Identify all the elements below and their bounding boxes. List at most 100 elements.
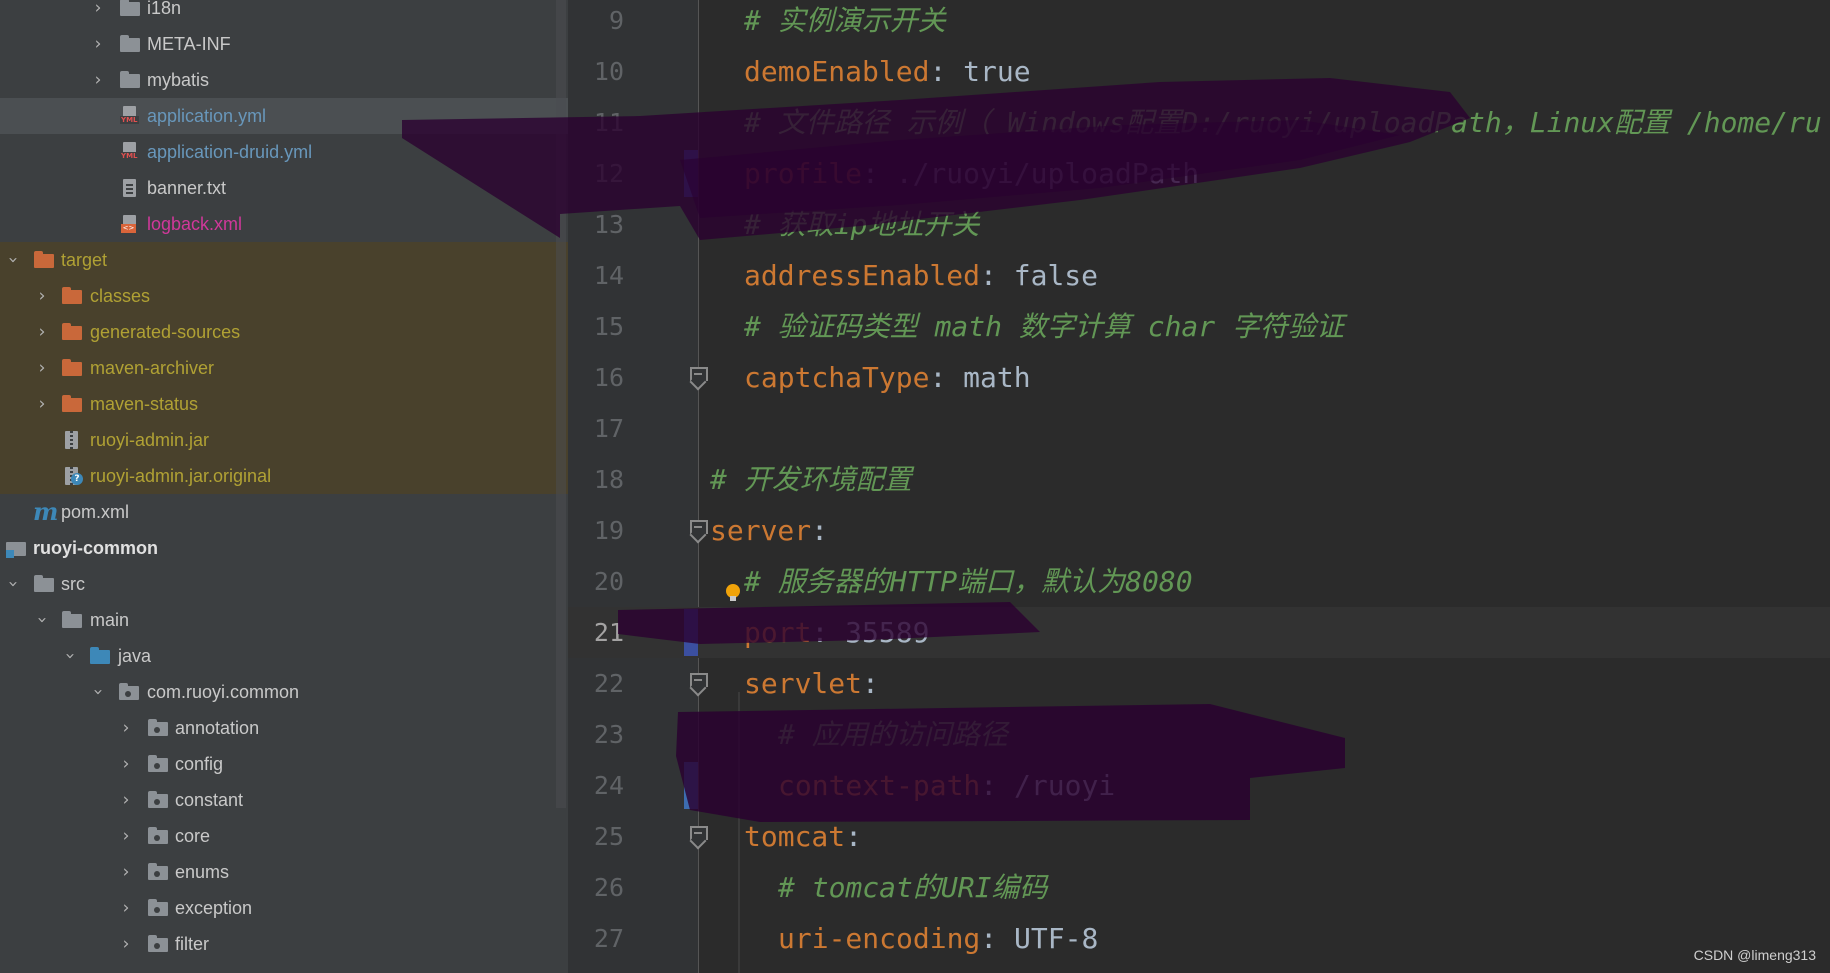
line-number: 22: [593, 669, 624, 698]
code-line[interactable]: 14 addressEnabled: false: [568, 250, 1830, 301]
code-line[interactable]: 22 servlet:: [568, 658, 1830, 709]
yaml-value: true: [963, 55, 1031, 88]
code-line[interactable]: 13 # 获取ip地址开关: [568, 199, 1830, 250]
tree-item-config[interactable]: › config: [0, 746, 568, 782]
chevron-right-icon[interactable]: ›: [118, 926, 134, 962]
tree-item-ruoyi-admin-jar[interactable]: ruoyi-admin.jar: [0, 422, 568, 458]
code-line[interactable]: 17: [568, 403, 1830, 454]
code-line[interactable]: 9 # 实例演示开关: [568, 0, 1830, 46]
folder-icon: [120, 0, 140, 17]
separator: :: [929, 55, 964, 88]
chevron-right-icon[interactable]: ›: [90, 0, 106, 26]
fold-start-icon[interactable]: [688, 673, 708, 693]
tree-item-label: ruoyi-common: [33, 538, 159, 558]
code-editor[interactable]: 9 # 实例演示开关 10 demoEnabled: true 11 # 文件路…: [568, 0, 1830, 973]
code-line[interactable]: 12 profile: ./ruoyi/uploadPath: [568, 148, 1830, 199]
tree-item-label: META-INF: [147, 34, 231, 54]
tree-item-java[interactable]: › java: [0, 638, 568, 674]
yaml-key: tomcat: [744, 820, 846, 853]
tree-scrollbar[interactable]: [556, 0, 566, 808]
tree-item-mybatis[interactable]: › mybatis: [0, 62, 568, 98]
tree-item-label: i18n: [147, 0, 182, 18]
chevron-down-icon[interactable]: ›: [0, 252, 31, 268]
chevron-right-icon[interactable]: ›: [90, 62, 106, 98]
code-line[interactable]: 15 # 验证码类型 math 数字计算 char 字符验证: [568, 301, 1830, 352]
comment: # 获取ip地址开关: [744, 208, 980, 241]
line-number: 17: [593, 414, 624, 443]
tree-item-label: target: [61, 250, 108, 270]
tree-item-generated-sources[interactable]: › generated-sources: [0, 314, 568, 350]
tree-item-label: application-druid.yml: [147, 142, 313, 162]
chevron-right-icon[interactable]: ›: [90, 26, 106, 62]
tree-item-exception[interactable]: › exception: [0, 890, 568, 926]
tree-item-banner-txt[interactable]: banner.txt: [0, 170, 568, 206]
tree-item-application-yml[interactable]: YML application.yml: [0, 98, 568, 134]
package-icon: [148, 863, 168, 881]
tree-item-ruoyi-common[interactable]: ruoyi-common: [0, 530, 568, 566]
chevron-down-icon[interactable]: ›: [52, 648, 88, 664]
tree-item-constant[interactable]: › constant: [0, 782, 568, 818]
tree-item-i18n[interactable]: › i18n: [0, 0, 568, 26]
chevron-right-icon[interactable]: ›: [118, 890, 134, 926]
tree-item-main[interactable]: › main: [0, 602, 568, 638]
tree-item-com-ruoyi-common[interactable]: › com.ruoyi.common: [0, 674, 568, 710]
code-line[interactable]: 10 demoEnabled: true: [568, 46, 1830, 97]
code-line[interactable]: 26 # tomcat的URI编码: [568, 862, 1830, 913]
tree-item-label: maven-archiver: [90, 358, 215, 378]
fold-start-icon[interactable]: [688, 520, 708, 540]
yaml-key: servlet: [744, 667, 863, 700]
tree-item-enums[interactable]: › enums: [0, 854, 568, 890]
code-line[interactable]: 24 context-path: /ruoyi: [568, 760, 1830, 811]
tree-item-logback-xml[interactable]: <> logback.xml: [0, 206, 568, 242]
tree-item-ruoyi-admin-jar-original[interactable]: ? ruoyi-admin.jar.original: [0, 458, 568, 494]
code-line[interactable]: 11 # 文件路径 示例（ Windows配置D:/ruoyi/uploadPa…: [568, 97, 1830, 148]
tree-item-filter[interactable]: › filter: [0, 926, 568, 962]
tree-item-maven-status[interactable]: › maven-status: [0, 386, 568, 422]
chevron-right-icon[interactable]: ›: [34, 350, 50, 386]
tree-item-annotation[interactable]: › annotation: [0, 710, 568, 746]
code-line-current[interactable]: 21 port: 35589: [568, 607, 1830, 658]
separator: :: [862, 157, 896, 190]
chevron-right-icon[interactable]: ›: [118, 818, 134, 854]
chevron-right-icon[interactable]: ›: [34, 278, 50, 314]
code-line[interactable]: 25 tomcat:: [568, 811, 1830, 862]
tree-item-pom-xml[interactable]: m pom.xml: [0, 494, 568, 530]
tree-item-src[interactable]: › src: [0, 566, 568, 602]
separator: :: [980, 922, 1015, 955]
tree-item-maven-archiver[interactable]: › maven-archiver: [0, 350, 568, 386]
tree-item-label: banner.txt: [147, 178, 227, 198]
tree-item-classes[interactable]: › classes: [0, 278, 568, 314]
chevron-down-icon[interactable]: ›: [80, 684, 116, 700]
chevron-right-icon[interactable]: ›: [118, 782, 134, 818]
tree-item-target[interactable]: › target: [0, 242, 568, 278]
separator: :: [811, 616, 846, 649]
chevron-right-icon[interactable]: ›: [34, 386, 50, 422]
yaml-key: profile: [744, 157, 863, 190]
code-line[interactable]: 18 # 开发环境配置: [568, 454, 1830, 505]
intention-bulb-icon[interactable]: [726, 584, 740, 601]
tree-item-application-druid-yml[interactable]: YML application-druid.yml: [0, 134, 568, 170]
code-line[interactable]: 16 captchaType: math: [568, 352, 1830, 403]
line-number: 26: [593, 873, 624, 902]
fold-end-icon[interactable]: [688, 367, 708, 387]
yaml-key: port: [744, 616, 812, 649]
chevron-down-icon[interactable]: ›: [0, 576, 31, 592]
separator: :: [980, 259, 1014, 292]
comment: # 应用的访问路径: [778, 718, 1008, 751]
tree-item-core[interactable]: › core: [0, 818, 568, 854]
package-icon: [148, 755, 168, 773]
yaml-value: math: [963, 361, 1031, 394]
chevron-down-icon[interactable]: ›: [24, 612, 60, 628]
chevron-right-icon[interactable]: ›: [34, 314, 50, 350]
code-line[interactable]: 27 uri-encoding: UTF-8: [568, 913, 1830, 964]
yaml-key: demoEnabled: [744, 55, 930, 88]
code-line[interactable]: 19 server:: [568, 505, 1830, 556]
folder-icon: [62, 287, 82, 305]
chevron-right-icon[interactable]: ›: [118, 710, 134, 746]
chevron-right-icon[interactable]: ›: [118, 854, 134, 890]
fold-start-icon[interactable]: [688, 826, 708, 846]
tree-item-meta-inf[interactable]: › META-INF: [0, 26, 568, 62]
chevron-right-icon[interactable]: ›: [118, 746, 134, 782]
code-line[interactable]: 20 # 服务器的HTTP端口，默认为8080: [568, 556, 1830, 607]
code-line[interactable]: 23 # 应用的访问路径: [568, 709, 1830, 760]
